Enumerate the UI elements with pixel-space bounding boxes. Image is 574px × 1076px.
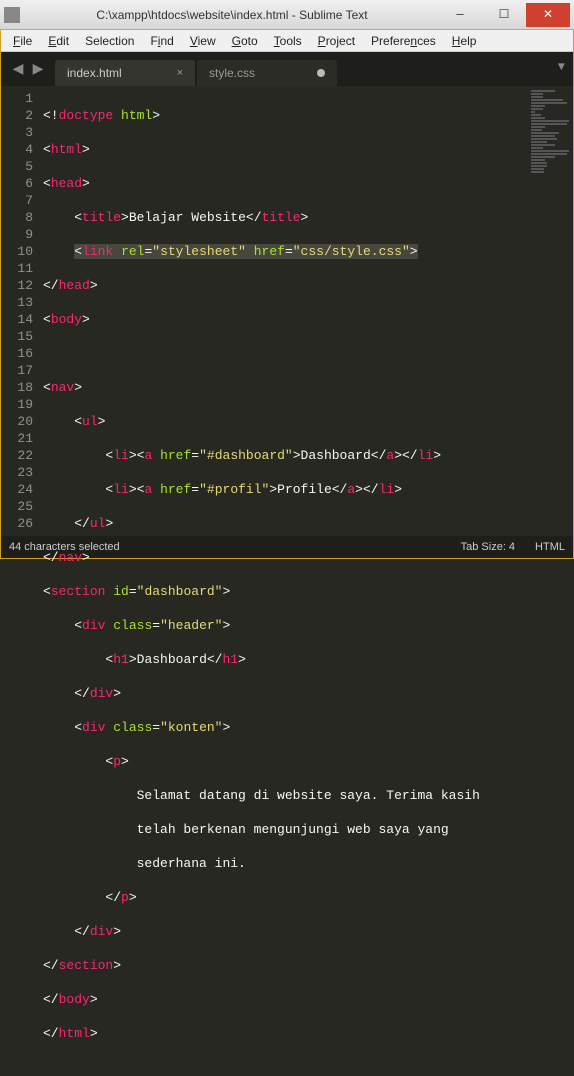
window-buttons: ─ ☐ ✕: [438, 3, 570, 27]
tab-dirty-icon: [317, 69, 325, 77]
tab-label: index.html: [67, 66, 122, 80]
window-title: C:\xampp\htdocs\website\index.html - Sub…: [26, 8, 438, 22]
tab-index-html[interactable]: index.html ×: [55, 60, 195, 86]
menu-help[interactable]: Help: [444, 32, 485, 50]
menubar: File Edit Selection Find View Goto Tools…: [1, 30, 573, 52]
minimize-button[interactable]: ─: [438, 3, 482, 27]
tab-close-icon[interactable]: ×: [177, 67, 183, 79]
gutter: 1234567891011121314151617181920212223242…: [1, 86, 41, 536]
minimap[interactable]: [529, 86, 573, 536]
titlebar: C:\xampp\htdocs\website\index.html - Sub…: [0, 0, 574, 30]
tab-menu-icon[interactable]: ▼: [558, 60, 565, 74]
menu-view[interactable]: View: [182, 32, 224, 50]
tab-row: ◀ ▶ index.html × style.css ▼: [1, 52, 573, 86]
menu-tools[interactable]: Tools: [266, 32, 310, 50]
code-area[interactable]: <!doctype html> <html> <head> <title>Bel…: [41, 86, 529, 536]
menu-find[interactable]: Find: [142, 32, 181, 50]
tab-style-css[interactable]: style.css: [197, 60, 337, 86]
app-icon: [4, 7, 20, 23]
menu-file[interactable]: File: [5, 32, 40, 50]
editor[interactable]: 1234567891011121314151617181920212223242…: [1, 86, 573, 536]
menu-selection[interactable]: Selection: [77, 32, 142, 50]
close-button[interactable]: ✕: [526, 3, 570, 27]
status-language[interactable]: HTML: [535, 541, 565, 553]
maximize-button[interactable]: ☐: [482, 3, 526, 27]
menu-edit[interactable]: Edit: [40, 32, 77, 50]
menu-preferences[interactable]: Preferences: [363, 32, 444, 50]
menu-project[interactable]: Project: [310, 32, 363, 50]
tab-label: style.css: [209, 66, 255, 80]
nav-forward-icon[interactable]: ▶: [29, 60, 47, 78]
nav-back-icon[interactable]: ◀: [9, 60, 27, 78]
menu-goto[interactable]: Goto: [224, 32, 266, 50]
